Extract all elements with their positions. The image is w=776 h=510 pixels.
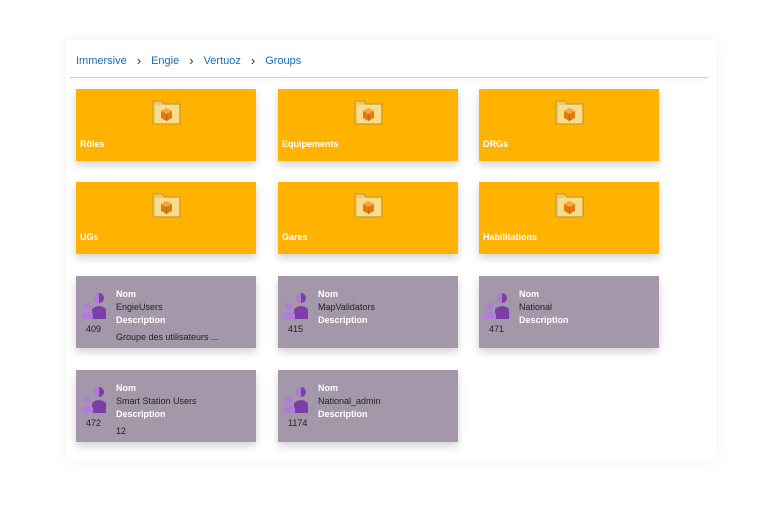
name-label: Nom <box>116 289 136 299</box>
group-tile-mapvalidators[interactable]: 415 Nom MapValidators Description <box>278 276 458 348</box>
group-info: Nom Smart Station Users Description 12 <box>116 382 251 438</box>
breadcrumb-vertuoz[interactable]: Vertuoz <box>204 55 241 67</box>
member-count: 471 <box>489 324 505 334</box>
breadcrumb-immersive[interactable]: Immersive <box>76 55 127 67</box>
group-name: EngieUsers <box>116 302 163 312</box>
users-group-icon <box>283 293 308 319</box>
users-group-icon <box>283 387 308 413</box>
folder-tile-ugs[interactable]: UGs <box>76 182 256 254</box>
description-label: Description <box>116 315 166 325</box>
folder-package-icon <box>555 100 584 125</box>
group-tile-national-admin[interactable]: 1174 Nom National_admin Description <box>278 370 458 442</box>
name-label: Nom <box>519 289 539 299</box>
group-description: Groupe des utilisateurs ... <box>116 332 219 342</box>
group-name: MapValidators <box>318 302 375 312</box>
group-info: Nom MapValidators Description <box>318 288 453 331</box>
group-tile-smart-station-users[interactable]: 472 Nom Smart Station Users Description … <box>76 370 256 442</box>
folder-package-icon <box>152 100 181 125</box>
breadcrumb: Immersive › Engie › Vertuoz › Groups <box>76 52 301 70</box>
member-count: 409 <box>86 324 102 334</box>
folder-label: UGs <box>80 232 99 242</box>
users-group-icon <box>81 293 106 319</box>
group-description: 12 <box>116 426 127 436</box>
name-label: Nom <box>116 383 136 393</box>
description-label: Description <box>318 315 368 325</box>
users-group-icon <box>81 387 106 413</box>
member-count: 415 <box>288 324 304 334</box>
folder-label: Equipements <box>282 139 339 149</box>
folder-tile-gares[interactable]: Gares <box>278 182 458 254</box>
group-info: Nom National Description <box>519 288 654 331</box>
group-tile-engieusers[interactable]: 409 Nom EngieUsers Description Groupe de… <box>76 276 256 348</box>
name-label: Nom <box>318 289 338 299</box>
folder-label: Gares <box>282 232 308 242</box>
chevron-right-icon: › <box>189 53 194 68</box>
group-name: National_admin <box>318 396 381 406</box>
group-info: Nom National_admin Description <box>318 382 453 425</box>
member-count: 472 <box>86 418 102 428</box>
folder-package-icon <box>354 193 383 218</box>
chevron-right-icon: › <box>136 53 142 68</box>
folder-tile-drgs[interactable]: DRGs <box>479 89 659 161</box>
breadcrumb-groups[interactable]: Groups <box>265 55 301 67</box>
description-label: Description <box>116 409 166 419</box>
header-divider <box>70 77 708 78</box>
chevron-right-icon: › <box>250 53 256 68</box>
folder-tile-habilitations[interactable]: Habilitations <box>479 182 659 254</box>
member-count: 1174 <box>288 418 308 428</box>
group-info: Nom EngieUsers Description Groupe des ut… <box>116 288 251 344</box>
folder-tile-equipements[interactable]: Equipements <box>278 89 458 161</box>
folder-package-icon <box>152 193 181 218</box>
name-label: Nom <box>318 383 338 393</box>
folder-package-icon <box>354 100 383 125</box>
description-label: Description <box>519 315 569 325</box>
folder-tile-roles[interactable]: Rôles <box>76 89 256 161</box>
folder-label: Habilitations <box>483 232 538 242</box>
description-label: Description <box>318 409 368 419</box>
group-tile-national[interactable]: 471 Nom National Description <box>479 276 659 348</box>
folder-package-icon <box>555 193 584 218</box>
breadcrumb-engie[interactable]: Engie <box>151 55 179 67</box>
folder-label: Rôles <box>80 139 105 149</box>
users-group-icon <box>484 293 509 319</box>
group-name: National <box>519 302 553 312</box>
folder-label: DRGs <box>483 139 509 149</box>
group-name: Smart Station Users <box>116 396 197 406</box>
